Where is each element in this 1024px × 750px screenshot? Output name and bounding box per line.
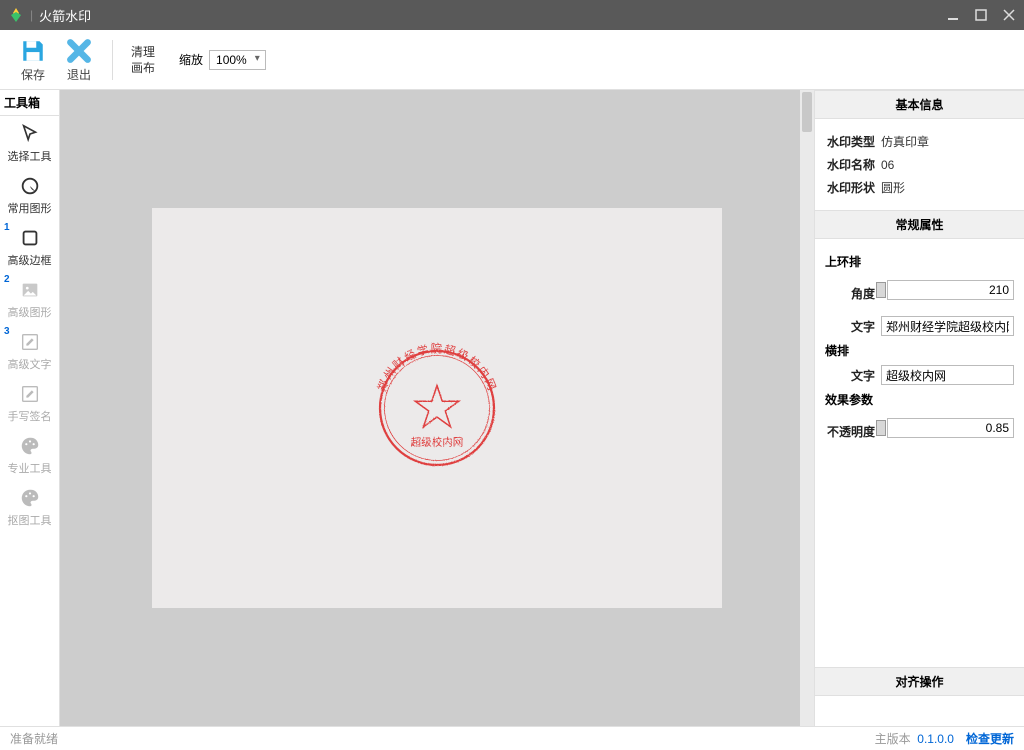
image-icon [18, 278, 42, 302]
clear-canvas-button[interactable]: 清理 画布 [123, 44, 163, 76]
name-value: 06 [881, 158, 1014, 172]
tool-0[interactable]: 选择工具 [0, 116, 59, 168]
toolbar-separator [112, 40, 113, 80]
zoom-control: 缩放 100% [179, 50, 266, 70]
canvas-scrollbar[interactable] [800, 90, 814, 726]
tool-label: 高级边框 [8, 252, 52, 268]
tool-7[interactable]: 抠图工具 [0, 480, 59, 532]
zoom-select[interactable]: 100% [209, 50, 266, 70]
version-value: 0.1.0.0 [917, 732, 954, 746]
save-button[interactable]: 保存 [10, 34, 56, 85]
shape-label: 水印形状 [825, 179, 881, 196]
clear-label-2: 画布 [131, 60, 155, 76]
exit-label: 退出 [67, 66, 91, 83]
tool-label: 专业工具 [8, 460, 52, 476]
tool-badge: 3 [4, 326, 10, 337]
save-icon [20, 36, 46, 66]
horiz-text-input[interactable] [881, 365, 1014, 385]
toolbox-header: 工具箱 [0, 90, 59, 116]
save-label: 保存 [21, 66, 45, 83]
canvas-viewport[interactable]: 郑州财经学院超级校内网 超级校内网 [60, 90, 814, 726]
tool-3[interactable]: 2 高级图形 [0, 272, 59, 324]
app-logo-icon [8, 7, 24, 23]
type-value: 仿真印章 [881, 133, 1014, 150]
tool-badge: 2 [4, 274, 10, 285]
tool-label: 手写签名 [8, 408, 52, 424]
svg-text:郑州财经学院超级校内网: 郑州财经学院超级校内网 [374, 342, 497, 394]
maximize-button[interactable] [974, 8, 988, 22]
upper-text-input[interactable] [881, 316, 1014, 336]
main-toolbar: 保存 退出 清理 画布 缩放 100% [0, 30, 1024, 90]
angle-label: 角度 [825, 285, 881, 302]
tool-label: 常用图形 [8, 200, 52, 216]
tool-2[interactable]: 1 高级边框 [0, 220, 59, 272]
shape-value: 圆形 [881, 179, 1014, 196]
align-section [815, 696, 1024, 726]
circle-icon [18, 174, 42, 198]
window-buttons [946, 8, 1016, 22]
titlebar-separator: | [30, 8, 33, 22]
effect-header: 效果参数 [825, 391, 1014, 408]
tool-label: 选择工具 [8, 148, 52, 164]
square-icon [18, 226, 42, 250]
close-button[interactable] [1002, 8, 1016, 22]
type-label: 水印类型 [825, 133, 881, 150]
property-panel: 基本信息 水印类型仿真印章 水印名称06 水印形状圆形 常规属性 上环排 角度 … [814, 90, 1024, 726]
stamp-watermark[interactable]: 郑州财经学院超级校内网 超级校内网 [362, 333, 512, 483]
normal-props-header: 常规属性 [815, 210, 1024, 239]
check-update-link[interactable]: 检查更新 [966, 730, 1014, 747]
upper-ring-header: 上环排 [825, 253, 1014, 270]
palette-icon [18, 486, 42, 510]
tool-label: 抠图工具 [8, 512, 52, 528]
exit-icon [66, 36, 92, 66]
zoom-label: 缩放 [179, 51, 203, 68]
status-bar: 准备就绪 主版本 0.1.0.0 检查更新 [0, 726, 1024, 750]
edit-icon [18, 382, 42, 406]
horizontal-header: 横排 [825, 342, 1014, 359]
opacity-label: 不透明度 [825, 423, 881, 440]
opacity-input[interactable] [887, 418, 1014, 438]
edit-icon [18, 330, 42, 354]
tool-label: 高级文字 [8, 356, 52, 372]
cursor-icon [18, 122, 42, 146]
normal-props-section: 上环排 角度 文字 横排 文字 效果参数 不透明度 [815, 239, 1024, 462]
status-text: 准备就绪 [10, 730, 58, 747]
minimize-button[interactable] [946, 8, 960, 22]
tool-6[interactable]: 专业工具 [0, 428, 59, 480]
zoom-value: 100% [216, 53, 247, 67]
basic-info-section: 水印类型仿真印章 水印名称06 水印形状圆形 [815, 119, 1024, 210]
main-area: 工具箱 选择工具常用图形1高级边框2高级图形3高级文字手写签名专业工具抠图工具 … [0, 90, 1024, 726]
horiz-text-label: 文字 [825, 367, 881, 384]
name-label: 水印名称 [825, 156, 881, 173]
tool-5[interactable]: 手写签名 [0, 376, 59, 428]
stamp-center-text: 超级校内网 [411, 436, 464, 449]
upper-text-label: 文字 [825, 318, 881, 335]
canvas[interactable]: 郑州财经学院超级校内网 超级校内网 [152, 208, 722, 608]
palette-icon [18, 434, 42, 458]
stamp-ring-text: 郑州财经学院超级校内网 [374, 342, 497, 394]
app-title: 火箭水印 [39, 6, 946, 25]
tool-label: 高级图形 [8, 304, 52, 320]
tool-1[interactable]: 常用图形 [0, 168, 59, 220]
clear-label-1: 清理 [131, 44, 155, 60]
version-label: 主版本 [875, 732, 911, 746]
angle-input[interactable] [887, 280, 1014, 300]
tool-badge: 1 [4, 222, 10, 233]
exit-button[interactable]: 退出 [56, 34, 102, 85]
tool-4[interactable]: 3 高级文字 [0, 324, 59, 376]
titlebar: | 火箭水印 [0, 0, 1024, 30]
toolbox-panel: 工具箱 选择工具常用图形 1 高级边框 2 高级图形 3 高级文字手写签名专业工具抠图工具 [0, 90, 60, 726]
align-header: 对齐操作 [815, 667, 1024, 696]
basic-info-header: 基本信息 [815, 90, 1024, 119]
